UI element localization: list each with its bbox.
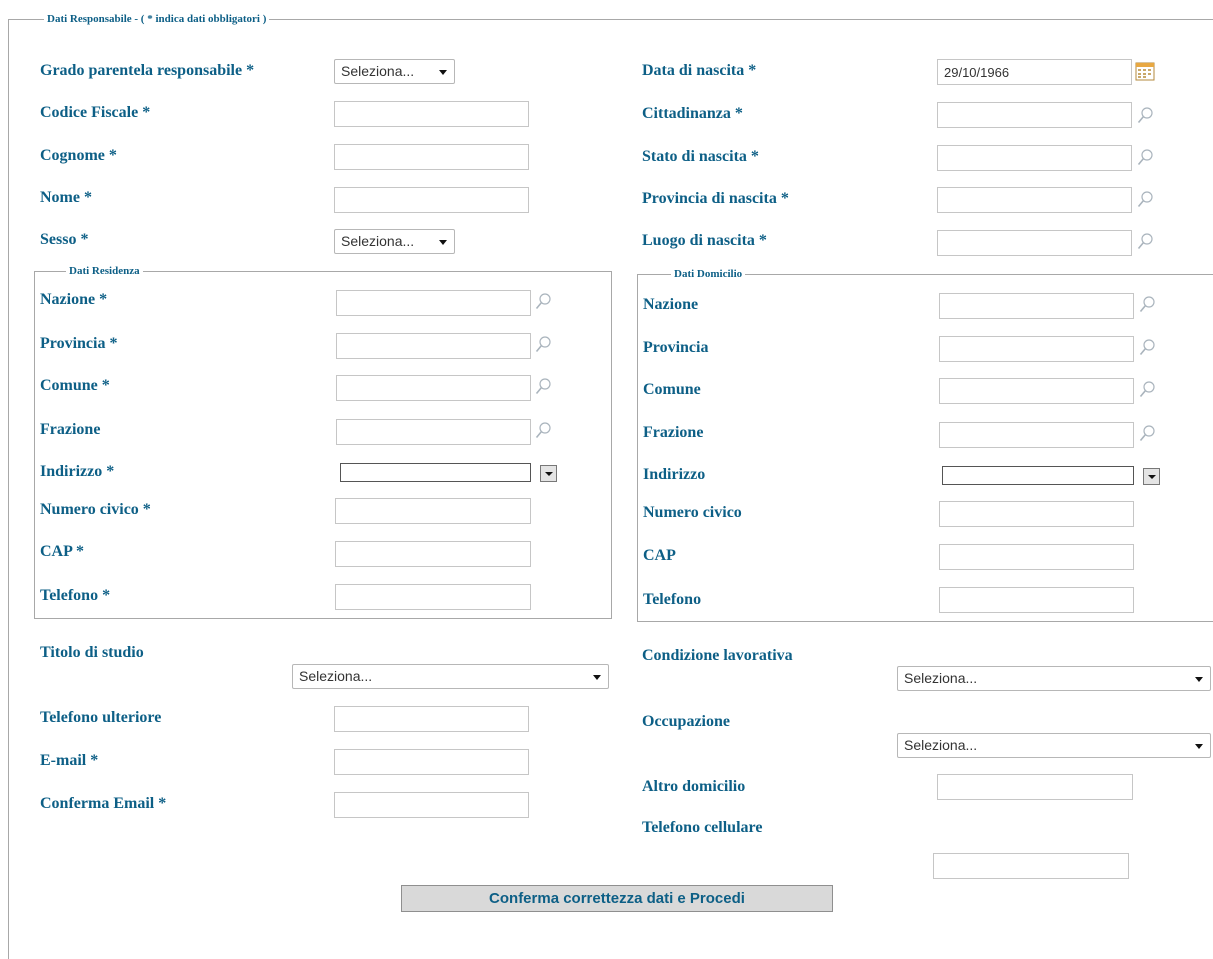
sesso-select[interactable]: Seleziona... (334, 229, 455, 254)
search-icon[interactable] (535, 336, 551, 354)
res-civico-label: Numero civico * (40, 501, 151, 518)
provincia-nascita-label: Provincia di nascita * (642, 190, 789, 207)
domicilio-legend: Dati Domicilio (671, 267, 746, 281)
search-icon[interactable] (535, 293, 551, 311)
search-icon[interactable] (535, 378, 551, 396)
chevron-down-icon (545, 472, 553, 476)
grado-parentela-value: Seleziona... (341, 63, 415, 79)
res-cap-label: CAP * (40, 543, 84, 560)
res-comune-label: Comune * (40, 377, 110, 394)
data-nascita-label: Data di nascita * (642, 62, 757, 79)
dom-indirizzo-dropdown-button[interactable] (1143, 468, 1160, 485)
responsabile-legend: Dati Responsabile - ( * indica dati obbl… (44, 12, 270, 26)
dom-comune-label: Comune (643, 381, 701, 398)
search-icon[interactable] (535, 422, 551, 440)
res-civico-input[interactable] (335, 498, 531, 524)
occupazione-select[interactable]: Seleziona... (897, 733, 1211, 758)
titolo-studio-value: Seleziona... (299, 668, 373, 684)
dom-comune-input[interactable] (939, 378, 1134, 404)
chevron-down-icon (439, 70, 447, 75)
dom-cap-input[interactable] (939, 544, 1134, 570)
dom-cap-label: CAP (643, 547, 676, 564)
chevron-down-icon (1195, 677, 1203, 682)
dom-indirizzo-label: Indirizzo (643, 466, 706, 483)
res-frazione-input[interactable] (336, 419, 531, 445)
cittadinanza-label: Cittadinanza * (642, 105, 743, 122)
search-icon[interactable] (1139, 339, 1155, 357)
grado-parentela-label: Grado parentela responsabile * (40, 62, 255, 79)
search-icon[interactable] (1137, 149, 1153, 167)
search-icon[interactable] (1137, 233, 1153, 251)
email-input[interactable] (334, 749, 529, 775)
sesso-value: Seleziona... (341, 233, 415, 249)
titolo-studio-label: Titolo di studio (40, 644, 144, 661)
res-comune-input[interactable] (336, 375, 531, 401)
search-icon[interactable] (1139, 296, 1155, 314)
dom-provincia-label: Provincia (643, 339, 709, 356)
residenza-legend: Dati Residenza (66, 264, 143, 278)
email-label: E-mail * (40, 752, 99, 769)
dom-frazione-label: Frazione (643, 424, 704, 441)
dom-nazione-input[interactable] (939, 293, 1134, 319)
res-nazione-label: Nazione * (40, 291, 108, 308)
dom-frazione-input[interactable] (939, 422, 1134, 448)
res-cap-input[interactable] (335, 541, 531, 567)
nome-input[interactable] (334, 187, 529, 213)
luogo-nascita-label: Luogo di nascita * (642, 232, 767, 249)
search-icon[interactable] (1137, 191, 1153, 209)
telefono-ulteriore-label: Telefono ulteriore (40, 709, 162, 726)
cognome-input[interactable] (334, 144, 529, 170)
chevron-down-icon (593, 675, 601, 680)
search-icon[interactable] (1139, 381, 1155, 399)
res-provincia-label: Provincia * (40, 335, 118, 352)
dom-nazione-label: Nazione (643, 296, 699, 313)
res-indirizzo-label: Indirizzo * (40, 463, 115, 480)
res-nazione-input[interactable] (336, 290, 531, 316)
codice-fiscale-input[interactable] (334, 101, 529, 127)
dom-civico-input[interactable] (939, 501, 1134, 527)
telefono-cellulare-label: Telefono cellulare (642, 819, 763, 836)
condizione-lavorativa-label: Condizione lavorativa (642, 647, 793, 664)
stato-nascita-input[interactable] (937, 145, 1132, 171)
submit-button[interactable]: Conferma correttezza dati e Procedi (401, 885, 833, 912)
calendar-icon[interactable] (1135, 61, 1155, 81)
altro-domicilio-input[interactable] (937, 774, 1133, 800)
stato-nascita-label: Stato di nascita * (642, 148, 759, 165)
search-icon[interactable] (1137, 107, 1153, 125)
provincia-nascita-input[interactable] (937, 187, 1132, 213)
chevron-down-icon (439, 240, 447, 245)
chevron-down-icon (1195, 744, 1203, 749)
telefono-cellulare-input[interactable] (933, 853, 1129, 879)
search-icon[interactable] (1139, 425, 1155, 443)
telefono-ulteriore-input[interactable] (334, 706, 529, 732)
res-telefono-input[interactable] (335, 584, 531, 610)
dom-civico-label: Numero civico (643, 504, 742, 521)
titolo-studio-select[interactable]: Seleziona... (292, 664, 609, 689)
res-indirizzo-combobox[interactable] (340, 463, 531, 482)
conferma-email-label: Conferma Email * (40, 795, 167, 812)
res-indirizzo-dropdown-button[interactable] (540, 465, 557, 482)
grado-parentela-select[interactable]: Seleziona... (334, 59, 455, 84)
conferma-email-input[interactable] (334, 792, 529, 818)
condizione-lavorativa-select[interactable]: Seleziona... (897, 666, 1211, 691)
data-nascita-input[interactable]: 29/10/1966 (937, 59, 1132, 85)
res-telefono-label: Telefono * (40, 587, 111, 604)
occupazione-value: Seleziona... (904, 737, 978, 753)
nome-label: Nome * (40, 189, 92, 206)
cognome-label: Cognome * (40, 147, 117, 164)
dom-telefono-input[interactable] (939, 587, 1134, 613)
codice-fiscale-label: Codice Fiscale * (40, 104, 151, 121)
occupazione-label: Occupazione (642, 713, 730, 730)
luogo-nascita-input[interactable] (937, 230, 1132, 256)
altro-domicilio-label: Altro domicilio (642, 778, 746, 795)
res-frazione-label: Frazione (40, 421, 101, 438)
sesso-label: Sesso * (40, 231, 89, 248)
chevron-down-icon (1148, 475, 1156, 479)
cittadinanza-input[interactable] (937, 102, 1132, 128)
res-provincia-input[interactable] (336, 333, 531, 359)
dom-telefono-label: Telefono (643, 591, 702, 608)
dom-provincia-input[interactable] (939, 336, 1134, 362)
dom-indirizzo-combobox[interactable] (942, 466, 1134, 485)
condizione-lavorativa-value: Seleziona... (904, 670, 978, 686)
